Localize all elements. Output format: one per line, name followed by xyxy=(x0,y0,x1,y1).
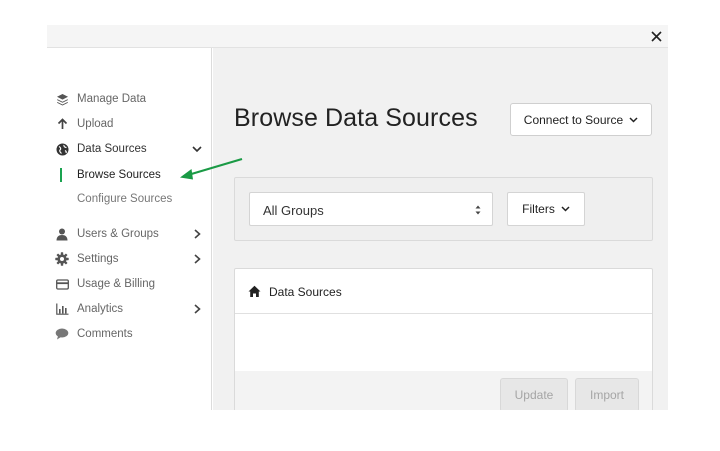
sidebar: Manage Data Upload Data Sources Browse S… xyxy=(47,48,212,410)
chevron-right-icon xyxy=(191,253,203,265)
connect-button-label: Connect to Source xyxy=(523,112,624,127)
data-sources-panel-header: Data Sources xyxy=(235,269,652,314)
group-select-value: All Groups xyxy=(263,203,324,218)
sidebar-subitem-label: Browse Sources xyxy=(77,169,161,181)
sidebar-item-analytics[interactable]: Analytics xyxy=(47,298,212,320)
sidebar-item-upload[interactable]: Upload xyxy=(47,113,212,135)
sidebar-subitem-configure-sources[interactable]: Configure Sources xyxy=(47,189,212,209)
connect-to-source-button[interactable]: Connect to Source xyxy=(510,103,652,136)
chevron-down-icon xyxy=(629,116,638,123)
chevron-down-icon xyxy=(561,206,570,212)
credit-card-icon xyxy=(55,277,69,291)
sidebar-item-manage-data[interactable]: Manage Data xyxy=(47,88,212,110)
import-button[interactable]: Import xyxy=(575,378,639,410)
gear-icon xyxy=(55,252,69,266)
sidebar-item-users-groups[interactable]: Users & Groups xyxy=(47,223,212,245)
sidebar-item-label: Analytics xyxy=(77,303,124,315)
layers-icon xyxy=(55,92,69,106)
user-icon xyxy=(55,227,69,241)
filter-panel: All Groups Filters xyxy=(234,177,653,241)
sidebar-item-label: Data Sources xyxy=(77,143,147,155)
filters-button[interactable]: Filters xyxy=(507,192,585,226)
sidebar-item-comments[interactable]: Comments xyxy=(47,323,212,345)
sidebar-item-label: Users & Groups xyxy=(77,228,159,240)
sidebar-item-label: Manage Data xyxy=(77,93,147,105)
chevron-right-icon xyxy=(191,228,203,240)
group-select[interactable]: All Groups xyxy=(249,192,493,226)
sidebar-item-label: Settings xyxy=(77,253,119,265)
close-button[interactable] xyxy=(648,28,664,44)
filters-button-label: Filters xyxy=(522,202,555,216)
globe-icon xyxy=(55,142,69,156)
page-title: Browse Data Sources xyxy=(234,104,478,132)
sidebar-item-settings[interactable]: Settings xyxy=(47,248,212,270)
data-sources-panel-title: Data Sources xyxy=(269,285,342,299)
sidebar-item-label: Upload xyxy=(77,118,114,130)
sidebar-item-usage-billing[interactable]: Usage & Billing xyxy=(47,273,212,295)
arrow-up-icon xyxy=(55,117,69,131)
sidebar-subitem-browse-sources[interactable]: Browse Sources xyxy=(47,165,212,185)
speech-bubble-icon xyxy=(55,327,69,341)
sidebar-item-label: Comments xyxy=(77,328,133,340)
data-sources-panel-footer: Update Import xyxy=(235,371,652,410)
home-icon xyxy=(248,285,261,297)
update-button[interactable]: Update xyxy=(500,378,568,410)
chevron-down-icon xyxy=(191,143,203,155)
sidebar-subitem-label: Configure Sources xyxy=(77,193,173,205)
data-sources-list xyxy=(235,315,652,371)
sidebar-item-label: Usage & Billing xyxy=(77,278,155,290)
active-indicator xyxy=(60,168,62,182)
data-sources-panel: Data Sources Update Import xyxy=(234,268,653,410)
title-bar xyxy=(47,25,668,48)
app-window: Manage Data Upload Data Sources Browse S… xyxy=(47,25,668,410)
bar-chart-icon xyxy=(55,302,69,316)
sidebar-item-data-sources[interactable]: Data Sources xyxy=(47,138,212,160)
close-icon xyxy=(650,30,662,42)
select-arrows-icon xyxy=(475,205,481,215)
main-content: Browse Data Sources Connect to Source Al… xyxy=(213,48,668,410)
chevron-right-icon xyxy=(191,303,203,315)
